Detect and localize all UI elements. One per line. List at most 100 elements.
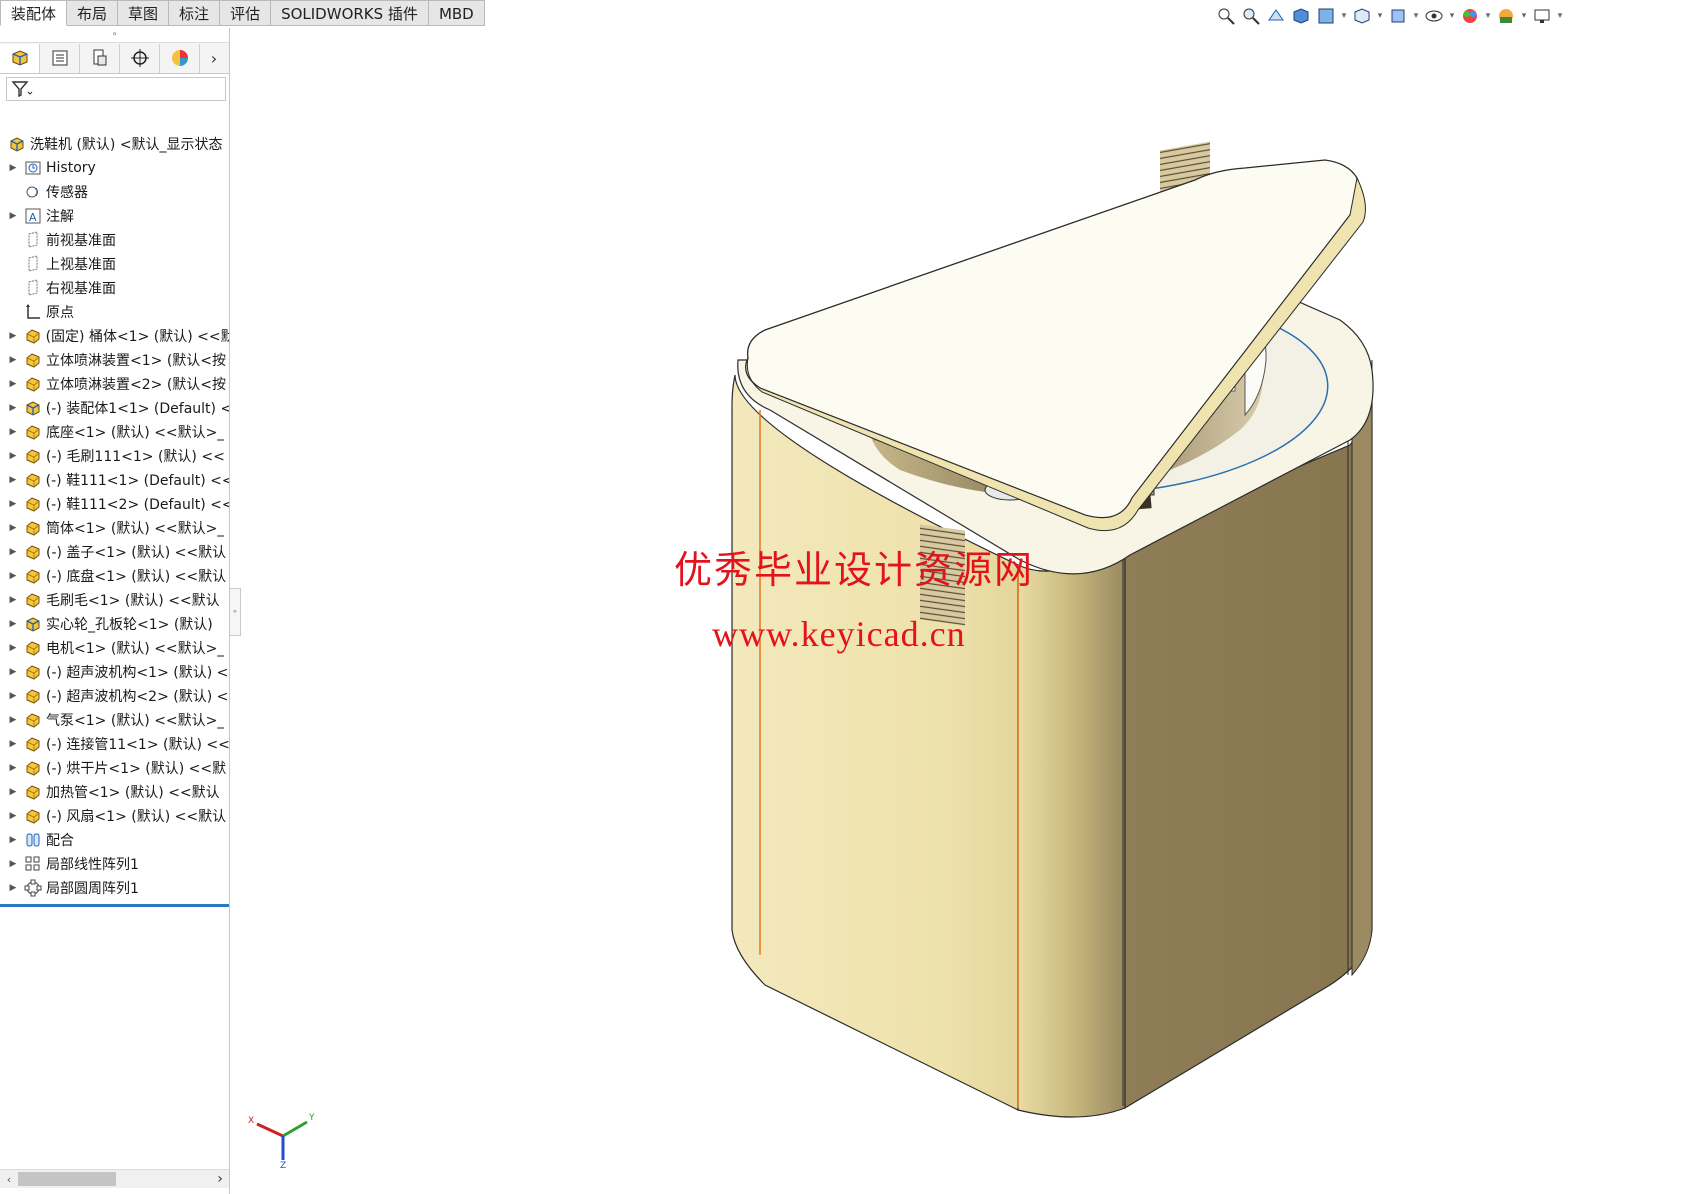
configurationmanager-icon[interactable] [80,43,120,73]
assembly-icon [8,135,26,153]
dropdown-arrow-icon[interactable]: ▾ [1448,11,1456,21]
tree-item[interactable]: ▶ 局部线性阵列1 [0,852,229,876]
displaymanager-icon[interactable] [160,43,200,73]
hide-show-items-icon[interactable] [1423,5,1445,27]
dropdown-arrow-icon[interactable]: ▾ [1340,11,1348,21]
tree-item[interactable]: ▶ 筒体<1> (默认) <<默认>_ [0,516,229,540]
scroll-right-icon[interactable]: › [211,1171,229,1187]
tree-item[interactable]: ▶ 上视基准面 [0,252,229,276]
tree-item[interactable]: ▶ (-) 超声波机构<1> (默认) < [0,660,229,684]
tree-item[interactable]: ▶ 加热管<1> (默认) <<默认 [0,780,229,804]
expand-arrow-icon[interactable]: ▶ [6,595,20,605]
apply-scene-icon[interactable] [1495,5,1517,27]
tree-item[interactable]: ▶ (-) 鞋111<2> (Default) << [0,492,229,516]
dropdown-arrow-icon[interactable]: ▾ [1412,11,1420,21]
expand-arrow-icon[interactable]: ▶ [6,667,20,677]
tree-item[interactable]: ▶ (-) 底盘<1> (默认) <<默认 [0,564,229,588]
tab-6[interactable]: MBD [428,0,485,26]
propertymanager-icon[interactable] [40,43,80,73]
more-tabs-chevron-icon[interactable]: › [200,49,228,68]
tree-item[interactable]: ▶ 右视基准面 [0,276,229,300]
expand-arrow-icon[interactable]: ▶ [6,883,20,893]
expand-arrow-icon[interactable]: ▶ [6,379,20,389]
tree-item[interactable]: ▶ 前视基准面 [0,228,229,252]
expand-arrow-icon[interactable]: ▶ [6,403,20,413]
tree-filter-input[interactable] [6,77,226,101]
expand-arrow-icon[interactable]: ▶ [6,211,20,221]
panel-horizontal-scrollbar[interactable]: ‹ › [0,1169,229,1188]
tree-item[interactable]: ▶ 立体喷淋装置<2> (默认<按 [0,372,229,396]
expand-arrow-icon[interactable]: ▶ [6,475,20,485]
edit-appearance-icon[interactable] [1459,5,1481,27]
tab-4[interactable]: 评估 [220,0,272,26]
tree-item[interactable]: ▶ 气泵<1> (默认) <<默认>_ [0,708,229,732]
expand-arrow-icon[interactable]: ▶ [6,691,20,701]
graphics-area[interactable] [0,0,1700,1194]
dropdown-arrow-icon[interactable]: ▾ [1484,11,1492,21]
tree-item[interactable]: ▶ 立体喷淋装置<1> (默认<按 [0,348,229,372]
section-view-icon[interactable] [1290,5,1312,27]
previous-view-icon[interactable] [1265,5,1287,27]
expand-arrow-icon[interactable]: ▶ [6,331,20,341]
panel-collapse-handle[interactable]: ⚬ [230,588,241,636]
tree-item[interactable]: ▶ 配合 [0,828,229,852]
tree-item[interactable]: ▶ 原点 [0,300,229,324]
tree-item[interactable]: ▶ 传感器 [0,180,229,204]
expand-arrow-icon[interactable]: ▶ [6,547,20,557]
tree-item[interactable]: ▶ (-) 烘干片<1> (默认) <<默 [0,756,229,780]
tree-item[interactable]: ▶ (-) 鞋111<1> (Default) << [0,468,229,492]
expand-arrow-icon[interactable]: ▶ [6,451,20,461]
expand-arrow-icon[interactable]: ▶ [6,763,20,773]
expand-arrow-icon[interactable]: ▶ [6,739,20,749]
panel-grip[interactable]: ⚬ [0,28,229,43]
expand-arrow-icon[interactable]: ▶ [6,835,20,845]
expand-arrow-icon[interactable]: ▶ [6,355,20,365]
tree-item[interactable]: ▶ 底座<1> (默认) <<默认>_ [0,420,229,444]
tab-0[interactable]: 装配体 [0,0,68,26]
tree-item[interactable]: ▶ (固定) 桶体<1> (默认) <<默 [0,324,229,348]
tree-item[interactable]: ▶ A 注解 [0,204,229,228]
dropdown-arrow-icon[interactable]: ▾ [1520,11,1528,21]
expand-arrow-icon[interactable]: ▶ [6,715,20,725]
dimxpertmanager-icon[interactable] [120,43,160,73]
tab-5[interactable]: SOLIDWORKS 插件 [271,0,429,26]
tree-root-assembly[interactable]: 洗鞋机 (默认) <默认_显示状态 [0,132,229,156]
expand-arrow-icon[interactable]: ▶ [6,787,20,797]
view-settings-icon[interactable] [1531,5,1553,27]
view-orientation-icon[interactable] [1351,5,1373,27]
expand-arrow-icon[interactable]: ▶ [6,619,20,629]
display-style-icon[interactable] [1387,5,1409,27]
tree-item[interactable]: ▶ 局部圆周阵列1 [0,876,229,900]
scroll-left-icon[interactable]: ‹ [0,1173,18,1186]
tree-item[interactable]: ▶ History [0,156,229,180]
tab-3[interactable]: 标注 [169,0,221,26]
plane-icon [24,279,42,297]
dropdown-arrow-icon[interactable]: ▾ [1556,11,1564,21]
tab-2[interactable]: 草图 [118,0,170,26]
expand-arrow-icon[interactable]: ▶ [6,523,20,533]
dropdown-arrow-icon[interactable]: ▾ [1376,11,1384,21]
tree-item[interactable]: ▶ 毛刷毛<1> (默认) <<默认 [0,588,229,612]
featuremanager-tree-icon[interactable] [0,43,40,73]
tree-item[interactable]: ▶ (-) 盖子<1> (默认) <<默认 [0,540,229,564]
tab-1[interactable]: 布局 [67,0,119,26]
tree-item[interactable]: ▶ 实心轮_孔板轮<1> (默认) [0,612,229,636]
dynamic-annotation-icon[interactable] [1315,5,1337,27]
tree-item[interactable]: ▶ (-) 毛刷111<1> (默认) << [0,444,229,468]
expand-arrow-icon[interactable]: ▶ [6,859,20,869]
part-icon [24,519,42,537]
expand-arrow-icon[interactable]: ▶ [6,427,20,437]
expand-arrow-icon[interactable]: ▶ [6,499,20,509]
scroll-thumb[interactable] [18,1172,116,1186]
tree-item[interactable]: ▶ (-) 装配体1<1> (Default) < [0,396,229,420]
tree-item[interactable]: ▶ (-) 风扇<1> (默认) <<默认 [0,804,229,828]
zoom-to-fit-icon[interactable] [1215,5,1237,27]
expand-arrow-icon[interactable]: ▶ [6,163,20,173]
expand-arrow-icon[interactable]: ▶ [6,571,20,581]
expand-arrow-icon[interactable]: ▶ [6,811,20,821]
tree-item[interactable]: ▶ (-) 超声波机构<2> (默认) < [0,684,229,708]
zoom-to-area-icon[interactable] [1240,5,1262,27]
tree-item[interactable]: ▶ 电机<1> (默认) <<默认>_ [0,636,229,660]
tree-item[interactable]: ▶ (-) 连接管11<1> (默认) << [0,732,230,756]
expand-arrow-icon[interactable]: ▶ [6,643,20,653]
